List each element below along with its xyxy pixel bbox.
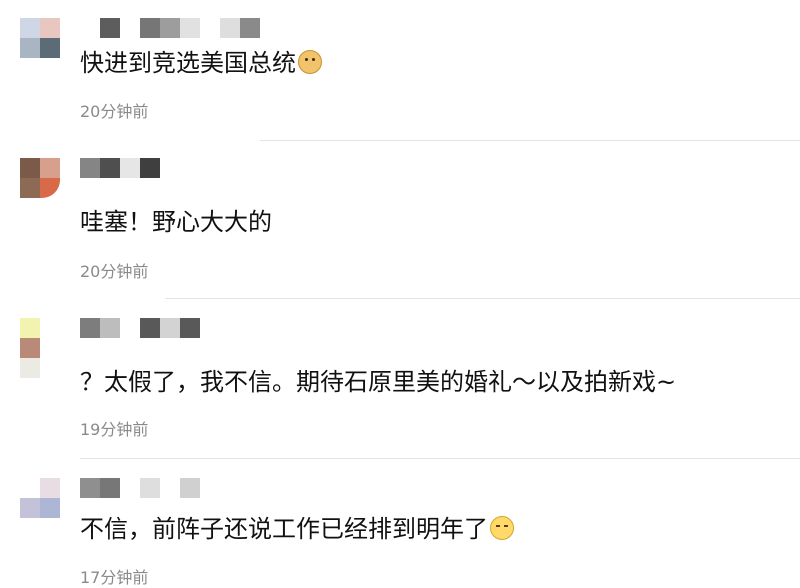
username-blurred[interactable] bbox=[80, 18, 260, 38]
username-blurred[interactable] bbox=[80, 318, 200, 338]
comment-timestamp: 17分钟前 bbox=[80, 568, 149, 587]
doge-icon bbox=[298, 50, 322, 74]
shy-face-icon bbox=[490, 516, 514, 540]
divider bbox=[260, 140, 800, 141]
divider bbox=[165, 298, 800, 299]
username-blurred[interactable] bbox=[80, 478, 200, 498]
comment-timestamp: 20分钟前 bbox=[80, 262, 149, 281]
avatar-lower bbox=[20, 358, 60, 378]
avatar[interactable] bbox=[20, 478, 60, 518]
comment-text-content: 哇塞！野心大大的 bbox=[80, 208, 272, 236]
avatar[interactable] bbox=[20, 158, 60, 198]
comment-text-content: ？太假了，我不信。期待石原里美的婚礼～以及拍新戏~ bbox=[80, 368, 677, 396]
comment-timestamp: 19分钟前 bbox=[80, 420, 149, 439]
comment-text-content: 不信，前阵子还说工作已经排到明年了 bbox=[80, 515, 488, 543]
comment-text: 快进到竞选美国总统 bbox=[80, 48, 322, 78]
avatar[interactable] bbox=[20, 318, 60, 358]
comment-text: ？太假了，我不信。期待石原里美的婚礼～以及拍新戏~ bbox=[80, 367, 676, 397]
comment-text: 哇塞！野心大大的 bbox=[80, 207, 272, 237]
username-blurred[interactable] bbox=[80, 158, 160, 178]
comment-text: 不信，前阵子还说工作已经排到明年了 bbox=[80, 514, 514, 544]
avatar[interactable] bbox=[20, 18, 60, 58]
comment-timestamp: 20分钟前 bbox=[80, 102, 149, 121]
divider bbox=[80, 458, 800, 459]
comment-text-content: 快进到竞选美国总统 bbox=[80, 49, 296, 77]
